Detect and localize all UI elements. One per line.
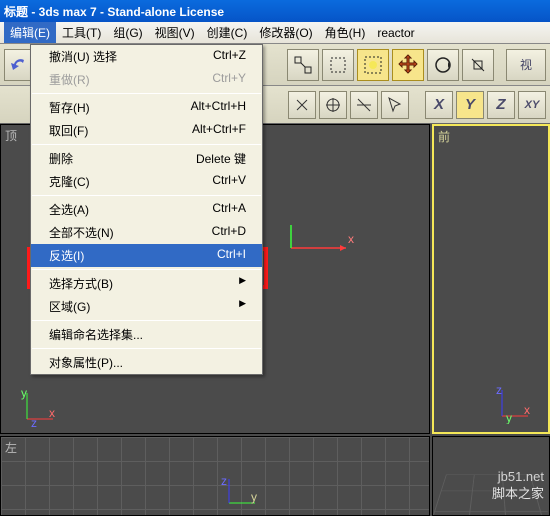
svg-text:x: x [524, 403, 530, 417]
svg-text:x: x [49, 406, 55, 420]
viewport-top-label: 顶 [5, 127, 17, 144]
svg-text:y: y [506, 411, 512, 424]
percent-snap-button[interactable] [350, 91, 378, 119]
edit-menu-item-0[interactable]: 撤消(U) 选择Ctrl+Z [31, 45, 262, 68]
watermark-url: jb51.net [498, 469, 544, 484]
edit-menu-item-6[interactable]: 删除Delete 键 [31, 147, 262, 170]
edit-menu-item-1: 重做(R)Ctrl+Y [31, 68, 262, 91]
move-button[interactable] [392, 49, 424, 81]
edit-menu-item-4[interactable]: 取回(F)Alt+Ctrl+F [31, 119, 262, 142]
edit-menu-item-7[interactable]: 克隆(C)Ctrl+V [31, 170, 262, 193]
edit-menu-item-16[interactable]: 编辑命名选择集... [31, 323, 262, 346]
axis-z-button[interactable]: Z [487, 91, 515, 119]
edit-menu-item-3[interactable]: 暂存(H)Alt+Ctrl+H [31, 96, 262, 119]
rotate-button[interactable] [427, 49, 459, 81]
viewport-front[interactable]: 前 x z y [432, 124, 550, 434]
svg-text:z: z [496, 384, 502, 397]
svg-text:z: z [31, 416, 37, 427]
viewport-front-label: 前 [438, 128, 450, 145]
axis-y-button[interactable]: Y [456, 91, 484, 119]
svg-text:z: z [221, 474, 227, 488]
svg-text:x: x [348, 232, 354, 246]
menu-group[interactable]: 组(G) [107, 22, 148, 43]
edit-menu-dropdown: 撤消(U) 选择Ctrl+Z重做(R)Ctrl+Y 暂存(H)Alt+Ctrl+H… [30, 44, 263, 375]
scale-button[interactable] [462, 49, 494, 81]
edit-menu-item-9[interactable]: 全选(A)Ctrl+A [31, 198, 262, 221]
axis-x-button[interactable]: X [425, 91, 453, 119]
menu-edit[interactable]: 编辑(E) [4, 22, 56, 43]
edit-menu-item-11[interactable]: 反选(I)Ctrl+I [31, 244, 262, 267]
edit-menu-item-18[interactable]: 对象属性(P)... [31, 351, 262, 374]
title-text: 标题 - 3ds max 7 - Stand-alone License [4, 3, 224, 20]
snap-button[interactable] [288, 91, 316, 119]
viewport-left[interactable]: 左 y z [0, 436, 430, 516]
menu-create[interactable]: 创建(C) [201, 22, 254, 43]
watermark-text: 脚本之家 [492, 483, 544, 502]
select-link-button[interactable] [287, 49, 319, 81]
title-bar: 标题 - 3ds max 7 - Stand-alone License [0, 0, 550, 22]
cursor-button[interactable] [381, 91, 409, 119]
edit-menu-item-14[interactable]: 区域(G)▶ [31, 295, 262, 318]
edit-menu-item-13[interactable]: 选择方式(B)▶ [31, 272, 262, 295]
angle-snap-button[interactable] [319, 91, 347, 119]
viewport-left-label: 左 [5, 439, 17, 456]
selection-region-button[interactable] [322, 49, 354, 81]
menu-character[interactable]: 角色(H) [319, 22, 372, 43]
edit-menu-item-10[interactable]: 全部不选(N)Ctrl+D [31, 221, 262, 244]
menu-tools[interactable]: 工具(T) [56, 22, 107, 43]
menu-reactor[interactable]: reactor [371, 24, 420, 42]
viewport-config-button[interactable]: 视 [506, 49, 546, 81]
svg-text:y: y [21, 387, 27, 400]
menu-modifier[interactable]: 修改器(O) [253, 22, 318, 43]
svg-text:y: y [251, 490, 257, 504]
menu-bar: 编辑(E) 工具(T) 组(G) 视图(V) 创建(C) 修改器(O) 角色(H… [0, 22, 550, 44]
menu-view[interactable]: 视图(V) [149, 22, 201, 43]
select-object-button[interactable] [357, 49, 389, 81]
axis-xy-button[interactable]: XY [518, 91, 546, 119]
